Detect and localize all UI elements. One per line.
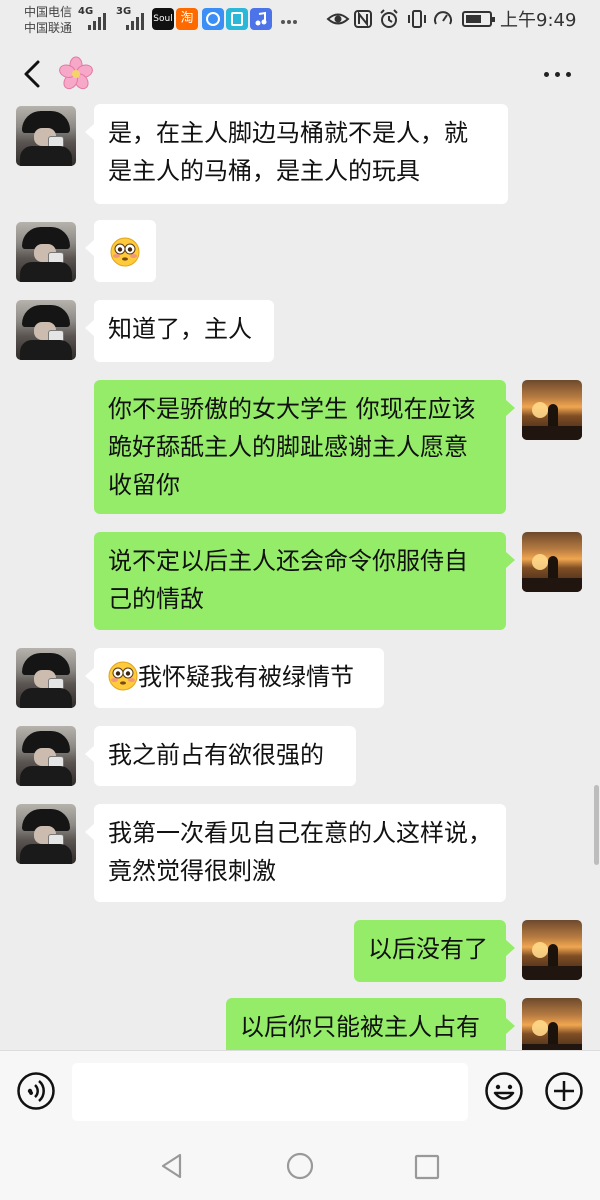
message-bubble[interactable]: 以后你只能被主人占有 <box>226 998 515 1050</box>
input-bar <box>0 1050 600 1131</box>
message-text: 己的情敌 <box>108 585 204 613</box>
triangle-back-icon <box>161 1153 182 1179</box>
message-input[interactable] <box>72 1063 468 1121</box>
message-bubble[interactable]: 知道了，主人 <box>85 300 274 362</box>
circle-home-icon <box>286 1152 314 1180</box>
plus-icon <box>545 1072 583 1110</box>
chat-app-icon <box>202 8 224 30</box>
taobao-app-icon: 淘 <box>176 8 198 30</box>
message-text: 收留你 <box>108 471 180 499</box>
contact-avatar[interactable] <box>16 106 76 166</box>
signal-bars-1-icon <box>88 10 112 30</box>
flushed-face-emoji <box>108 661 138 691</box>
emoji-button[interactable] <box>484 1071 524 1111</box>
message-text: 竟然觉得很刺激 <box>108 857 276 885</box>
message-text: 我怀疑我有被绿情节 <box>138 663 354 691</box>
self-avatar[interactable] <box>522 998 582 1050</box>
message-text: 说不定以后主人还会命令你服侍自 <box>108 547 468 575</box>
message-text: 以后你只能被主人占有 <box>240 1013 480 1041</box>
message-text: 我第一次看见自己在意的人这样说， <box>108 819 492 847</box>
message-bubble[interactable]: 我怀疑我有被绿情节 <box>85 648 384 708</box>
carrier-1: 中国电信 <box>24 5 73 19</box>
voice-button[interactable] <box>16 1071 56 1111</box>
smiley-icon <box>485 1072 523 1110</box>
contact-avatar[interactable] <box>16 804 76 864</box>
carrier-2: 中国联通 <box>24 21 73 35</box>
contact-avatar[interactable] <box>16 300 76 360</box>
signal-bars-2-icon <box>126 10 150 30</box>
scrollbar[interactable] <box>594 785 599 865</box>
vibrate-icon <box>406 8 428 30</box>
system-back-button[interactable] <box>158 1152 186 1180</box>
message-text: 是主人的马桶，是主人的玩具 <box>108 157 420 185</box>
square-recent-icon <box>414 1154 440 1180</box>
music-app-icon <box>250 8 272 30</box>
eye-comfort-icon <box>326 8 350 30</box>
cherry-blossom-icon <box>58 56 94 92</box>
message-bubble[interactable]: 以后没有了 <box>354 920 515 982</box>
alarm-icon <box>378 8 400 30</box>
message-bubble[interactable]: 是，在主人脚边马桶就不是人，就 是主人的马桶，是主人的玩具 <box>85 104 508 204</box>
battery-icon <box>462 11 495 27</box>
contact-avatar[interactable] <box>16 648 76 708</box>
data-saver-icon <box>432 8 454 30</box>
voice-icon <box>17 1072 55 1110</box>
contact-avatar[interactable] <box>16 726 76 786</box>
soul-app-icon: Soul <box>152 8 174 30</box>
back-button[interactable] <box>16 54 52 94</box>
message-text: 你不是骄傲的女大学生 你现在应该 <box>108 395 476 423</box>
message-text: 知道了，主人 <box>108 315 252 343</box>
chat-messages[interactable]: 是，在主人脚边马桶就不是人，就 是主人的马桶，是主人的玩具 知道了，主人 你不是… <box>0 100 600 1050</box>
self-avatar[interactable] <box>522 920 582 980</box>
message-bubble[interactable]: 我第一次看见自己在意的人这样说， 竟然觉得很刺激 <box>85 804 506 902</box>
status-time: 上午9:49 <box>500 10 577 31</box>
message-bubble[interactable]: 说不定以后主人还会命令你服侍自 己的情敌 <box>94 532 515 630</box>
system-recent-button[interactable] <box>414 1154 440 1180</box>
message-bubble[interactable]: 你不是骄傲的女大学生 你现在应该 跪好舔舐主人的脚趾感谢主人愿意 收留你 <box>94 380 515 514</box>
nfc-icon <box>352 8 374 30</box>
more-button[interactable] <box>540 60 576 88</box>
system-home-button[interactable] <box>286 1152 314 1180</box>
message-text: 跪好舔舐主人的脚趾感谢主人愿意 <box>108 433 468 461</box>
notes-app-icon <box>226 8 248 30</box>
self-avatar[interactable] <box>522 532 582 592</box>
message-bubble[interactable] <box>85 220 156 282</box>
message-bubble[interactable]: 我之前占有欲很强的 <box>85 726 356 786</box>
contact-avatar[interactable] <box>16 222 76 282</box>
carrier-labels: 中国电信 中国联通 <box>24 4 72 36</box>
more-functions-button[interactable] <box>544 1071 584 1111</box>
message-text: 以后没有了 <box>368 935 488 963</box>
flushed-face-emoji <box>110 237 140 267</box>
message-text: 是，在主人脚边马桶就不是人，就 <box>108 119 468 147</box>
message-text: 我之前占有欲很强的 <box>108 741 324 769</box>
more-notifications-icon <box>278 8 300 30</box>
self-avatar[interactable] <box>522 380 582 440</box>
chevron-left-icon <box>24 60 40 88</box>
status-bar: 中国电信 中国联通 4G 3G Soul 淘 上午9:49 <box>0 0 600 40</box>
system-navigation-bar <box>0 1130 600 1200</box>
